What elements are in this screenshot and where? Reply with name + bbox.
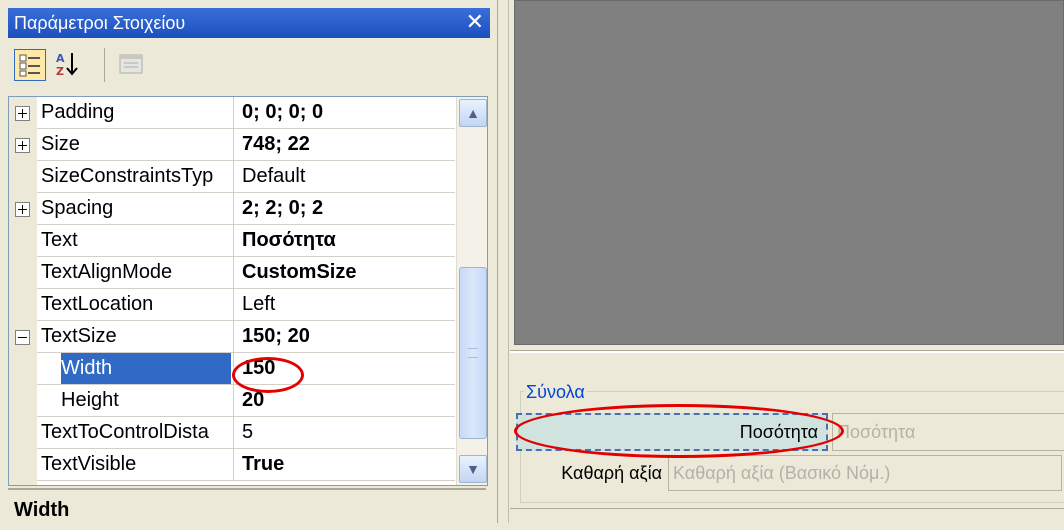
properties-panel: Παράμετροι Στοιχείου ✕ A Z Padding 0; 0;… [0,0,498,523]
property-value[interactable]: Default [233,161,455,192]
panel-toolbar: A Z [8,40,490,92]
net-value-label: Καθαρή αξία [561,463,662,483]
splitter[interactable] [498,0,509,523]
property-row-width[interactable]: Width 150 [9,353,455,385]
property-name: TextLocation [41,293,154,315]
property-value[interactable]: True [233,449,455,480]
scroll-down-icon[interactable]: ▼ [459,455,487,483]
designer-bottom-line [510,508,1064,509]
panel-titlebar: Παράμετροι Στοιχείου ✕ [8,8,490,38]
property-row-textsize[interactable]: TextSize 150; 20 [9,321,455,353]
property-name: TextVisible [41,453,137,475]
property-value[interactable]: 748; 22 [233,129,455,160]
property-row-padding[interactable]: Padding 0; 0; 0; 0 [9,97,455,129]
property-name: Padding [41,101,115,123]
property-name: Spacing [41,197,114,219]
property-row-textalignmode[interactable]: TextAlignMode CustomSize [9,257,455,289]
scroll-thumb[interactable] [459,267,487,439]
vertical-scrollbar[interactable]: ▲ ▼ [456,97,487,485]
panel-title: Παράμετροι Στοιχείου [14,13,186,33]
categorized-icon[interactable] [14,49,46,81]
quantity-input[interactable]: Ποσότητα [832,413,1064,451]
property-value[interactable]: 2; 2; 0; 2 [233,193,455,224]
svg-text:Z: Z [56,65,64,78]
close-icon[interactable]: ✕ [466,8,484,38]
form-designer: Σύνολα Ποσότητα Ποσότητα Καθαρή αξία Καθ… [510,0,1064,523]
highlight-ellipse-width [232,357,304,393]
sort-az-icon[interactable]: A Z [52,49,82,79]
property-row-size[interactable]: Size 748; 22 [9,129,455,161]
property-value[interactable]: CustomSize [233,257,455,288]
property-row-text[interactable]: Text Ποσότητα [9,225,455,257]
property-description-title: Width [8,488,486,523]
property-value[interactable]: 0; 0; 0; 0 [233,97,455,128]
property-name: TextSize [41,325,117,347]
property-row-sizeconstraintstype[interactable]: SizeConstraintsTyp Default [9,161,455,193]
property-row-spacing[interactable]: Spacing 2; 2; 0; 2 [9,193,455,225]
property-value[interactable]: 150; 20 [233,321,455,352]
property-row-textlocation[interactable]: TextLocation Left [9,289,455,321]
expand-icon[interactable] [15,106,30,121]
property-name: Height [61,389,119,411]
property-value[interactable]: Left [233,289,455,320]
property-row-texttocontroldistance[interactable]: TextToControlDista 5 [9,417,455,449]
property-pages-icon[interactable] [116,49,146,79]
property-value[interactable]: Ποσότητα [233,225,455,256]
designer-divider [510,350,1064,353]
totals-group-title: Σύνολα [524,382,587,402]
scroll-up-icon[interactable]: ▲ [459,99,487,127]
expand-icon[interactable] [15,202,30,217]
collapse-icon[interactable] [15,330,30,345]
property-name: Text [41,229,78,251]
property-row-textvisible[interactable]: TextVisible True [9,449,455,481]
property-name: Width [61,353,231,384]
property-name: Size [41,133,80,155]
property-row-height[interactable]: Height 20 [9,385,455,417]
expand-icon[interactable] [15,138,30,153]
property-name: TextAlignMode [41,261,173,283]
designer-canvas [514,0,1064,345]
highlight-ellipse-quantity [514,404,844,458]
toolbar-separator [104,48,105,82]
net-value-input[interactable]: Καθαρή αξία (Βασικό Νόμ.) [668,455,1062,491]
property-name: SizeConstraintsTyp [41,165,214,187]
property-value[interactable]: 5 [233,417,455,448]
property-name: TextToControlDista [41,421,209,443]
property-grid: Padding 0; 0; 0; 0 Size 748; 22 SizeCons… [8,96,488,486]
svg-text:A: A [56,52,65,65]
